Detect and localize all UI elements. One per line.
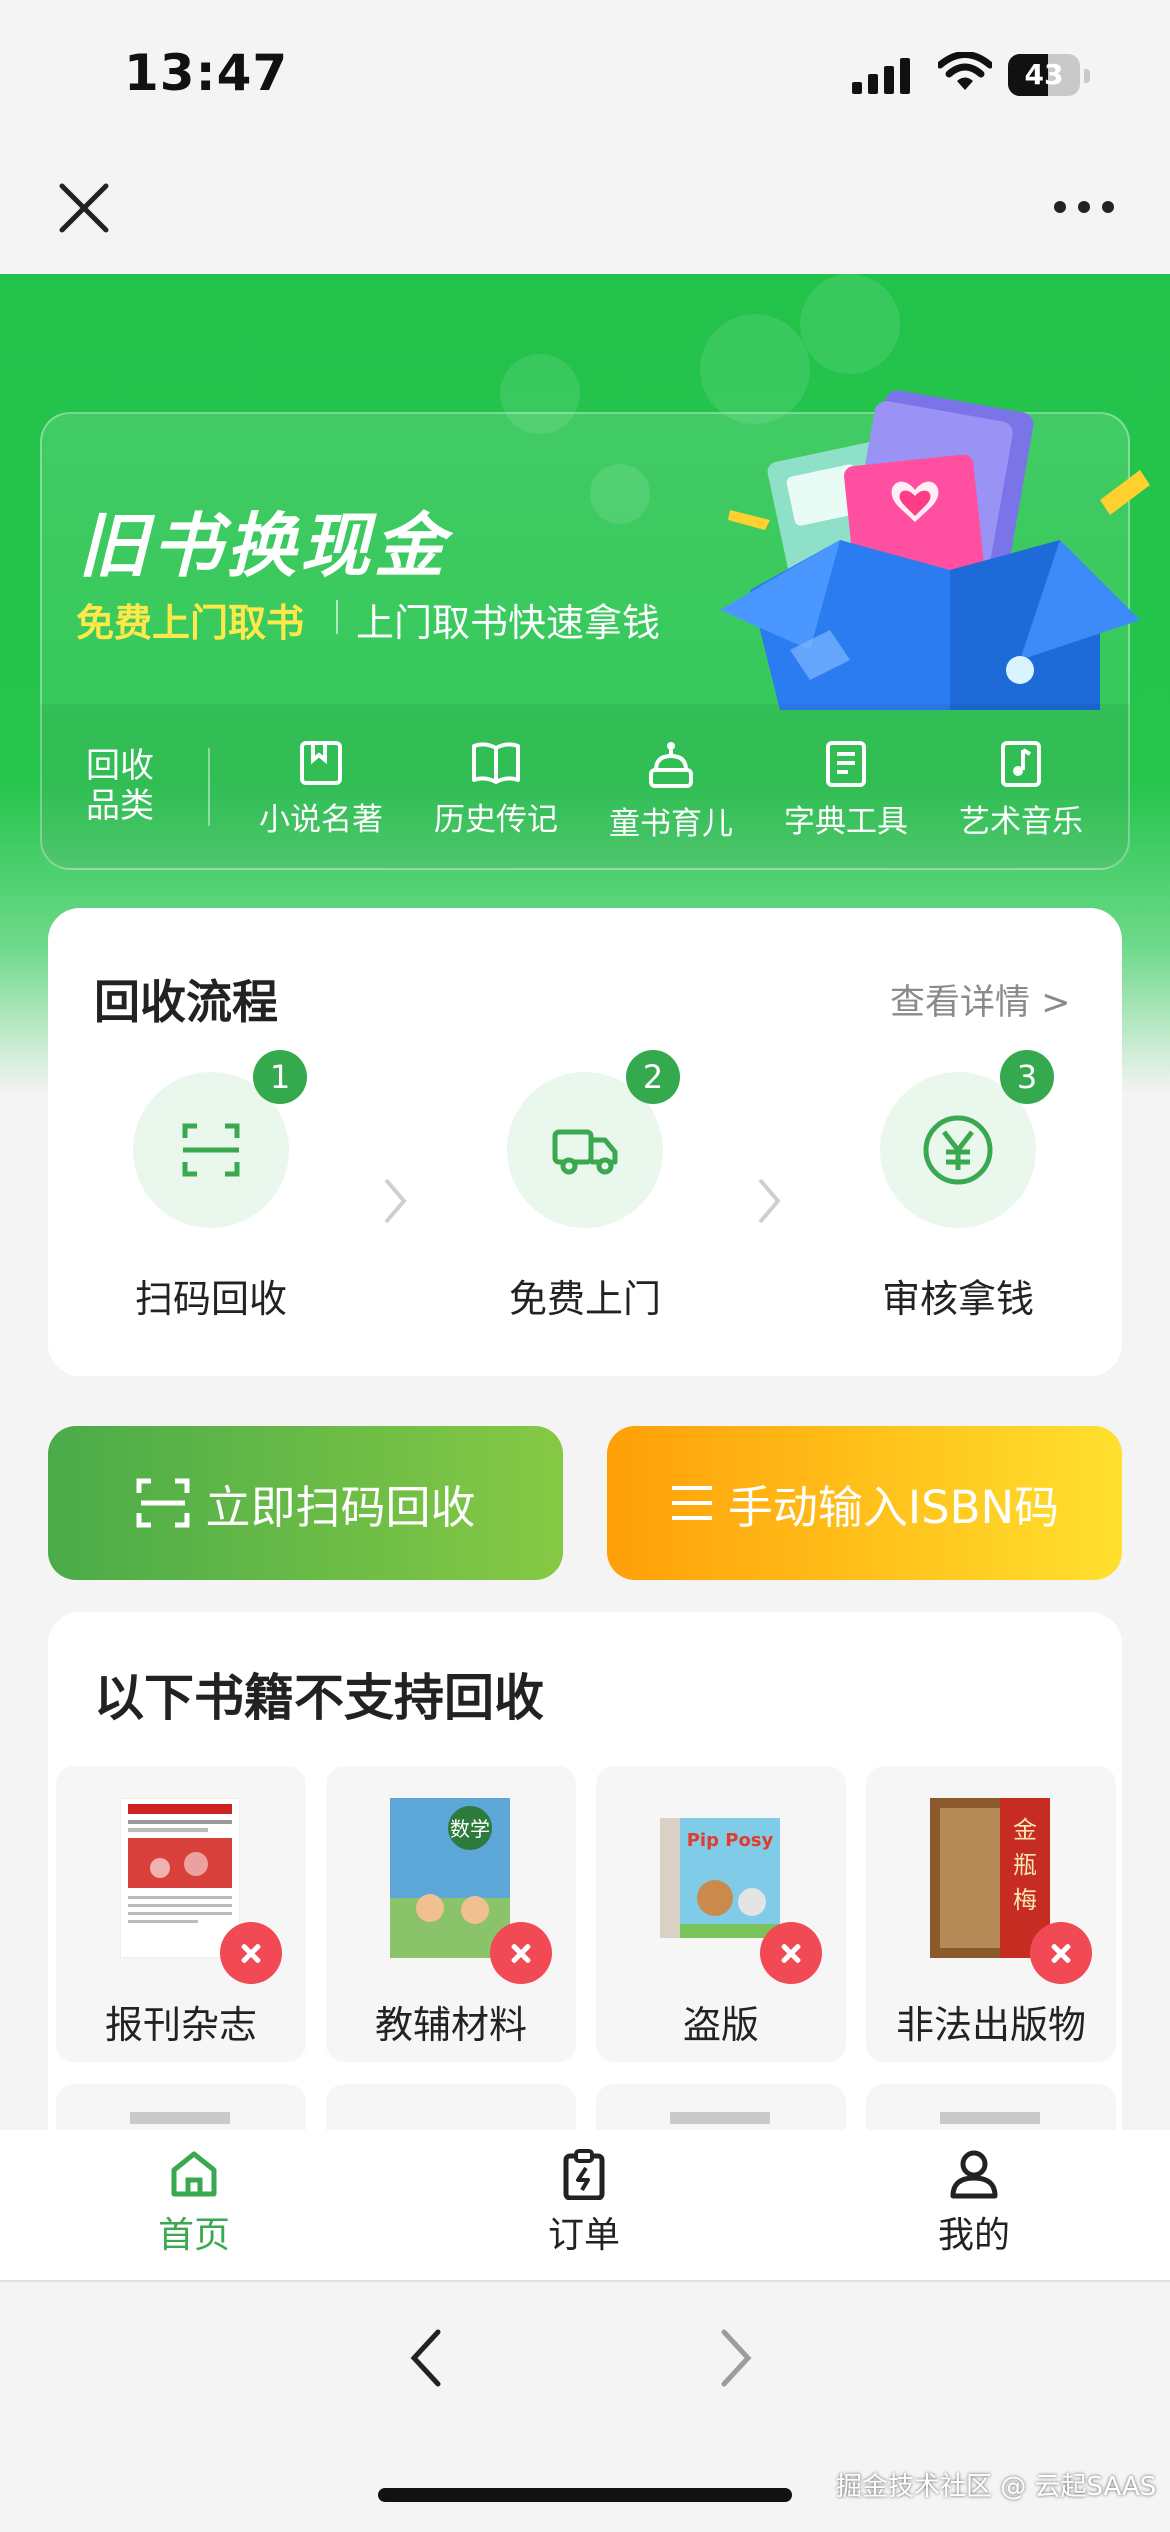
- tab-orders[interactable]: 订单: [484, 2148, 684, 2258]
- music-book-icon: [1001, 741, 1041, 787]
- step-label: 扫码回收: [134, 1277, 287, 1321]
- battery-icon: 43: [1008, 54, 1080, 96]
- illegal-book-image: 金 瓶 梅: [930, 1798, 1050, 1958]
- banner-subtitle: 上门取书快速拿钱: [356, 601, 661, 645]
- unsupported-item-illegal: 金 瓶 梅 非法出版物: [866, 1766, 1116, 2062]
- category-label-line-1: 回收: [86, 746, 154, 786]
- wifi-icon: [938, 52, 992, 90]
- category-art-music[interactable]: 艺术音乐: [941, 740, 1101, 841]
- unsupported-label: 教辅材料: [374, 2003, 527, 2047]
- category-label-text: 字典工具: [784, 804, 908, 840]
- svg-text:Pip Posy: Pip Posy: [687, 1830, 774, 1851]
- profile-icon: [950, 2150, 998, 2199]
- reject-icon: [490, 1922, 552, 1984]
- home-icon: [171, 2151, 217, 2197]
- scan-icon: [136, 1478, 190, 1528]
- battery-cap: [1084, 69, 1090, 83]
- unsupported-item-textbook: 数学 教辅材料: [326, 1766, 576, 2062]
- chevron-right-icon: [758, 1178, 781, 1224]
- unsupported-label: 报刊杂志: [104, 2003, 257, 2047]
- tab-home[interactable]: 首页: [94, 2148, 294, 2258]
- nav-bar: [0, 150, 1170, 274]
- category-dictionaries[interactable]: 字典工具: [766, 740, 926, 841]
- unsupported-item-pirated: Pip Posy 盗版: [596, 1766, 846, 2062]
- unsupported-label: 非法出版物: [895, 2003, 1086, 2047]
- tab-label: 我的: [937, 2215, 1010, 2256]
- tab-profile[interactable]: 我的: [874, 2148, 1074, 2258]
- unsupported-title: 以下书籍不支持回收: [94, 1669, 544, 1727]
- book-bookmark-icon: [300, 741, 342, 785]
- more-options-icon[interactable]: [1052, 196, 1116, 218]
- step-badge: 2: [626, 1050, 680, 1104]
- forward-arrow-icon[interactable]: [716, 2326, 756, 2390]
- step-label: 审核拿钱: [881, 1277, 1034, 1321]
- cellular-signal-icon: [852, 58, 910, 94]
- banner-subtitle-highlight: 免费上门取书: [76, 601, 305, 645]
- svg-text:梅: 梅: [1013, 1886, 1037, 1914]
- dictionary-icon: [826, 741, 866, 787]
- step-badge: 1: [253, 1050, 307, 1104]
- svg-text:瓶: 瓶: [1013, 1851, 1037, 1879]
- category-label-line-2: 品类: [86, 786, 154, 826]
- category-label-text: 童书育儿: [609, 806, 733, 842]
- watermark: 掘金技术社区 @ 云起SAAS: [836, 2472, 1157, 2502]
- banner-divider: [336, 600, 338, 634]
- svg-text:金: 金: [1013, 1816, 1037, 1844]
- isbn-button-label: 手动输入ISBN码: [727, 1480, 1060, 1534]
- category-label: 回收 品类: [86, 746, 166, 826]
- manual-isbn-button[interactable]: 手动输入ISBN码: [607, 1426, 1122, 1580]
- pirated-book-image: Pip Posy: [660, 1818, 780, 1938]
- newspaper-image: [120, 1798, 240, 1958]
- reject-icon: [760, 1922, 822, 1984]
- category-history[interactable]: 历史传记: [416, 740, 576, 839]
- view-details-link[interactable]: 查看详情 >: [890, 974, 1070, 1025]
- step-badge: 3: [1000, 1050, 1054, 1104]
- category-label-text: 历史传记: [434, 802, 558, 838]
- unsupported-label: 盗版: [682, 2003, 759, 2047]
- category-label-text: 小说名著: [259, 802, 383, 838]
- open-book-icon: [472, 742, 520, 784]
- reject-icon: [1030, 1922, 1092, 1984]
- category-divider: [208, 748, 210, 826]
- toy-robot-icon: [649, 742, 693, 788]
- svg-text:数学: 数学: [450, 1817, 490, 1841]
- tab-label: 首页: [157, 2215, 230, 2256]
- banner-title: 旧书换现金: [78, 505, 448, 587]
- close-icon[interactable]: [54, 178, 114, 238]
- category-novels[interactable]: 小说名著: [241, 740, 401, 839]
- step-label: 免费上门: [508, 1277, 661, 1321]
- tab-label: 订单: [547, 2215, 620, 2256]
- chevron-right-icon: [384, 1178, 407, 1224]
- menu-lines-icon: [671, 1486, 712, 1520]
- category-children[interactable]: 童书育儿: [591, 740, 751, 843]
- process-title: 回收流程: [94, 975, 278, 1029]
- textbook-image: 数学: [390, 1798, 510, 1958]
- unsupported-item-newspaper: 报刊杂志: [56, 1766, 306, 2062]
- scan-recycle-button[interactable]: 立即扫码回收: [48, 1426, 563, 1580]
- battery-level: 43: [1024, 58, 1064, 91]
- book-box-illustration: [720, 390, 1150, 710]
- scan-button-label: 立即扫码回收: [205, 1480, 476, 1534]
- home-indicator: [378, 2488, 792, 2502]
- back-arrow-icon[interactable]: [406, 2326, 446, 2390]
- status-time: 13:47: [124, 44, 289, 102]
- category-label-text: 艺术音乐: [959, 804, 1083, 840]
- order-clipboard-icon: [563, 2149, 605, 2200]
- reject-icon: [220, 1922, 282, 1984]
